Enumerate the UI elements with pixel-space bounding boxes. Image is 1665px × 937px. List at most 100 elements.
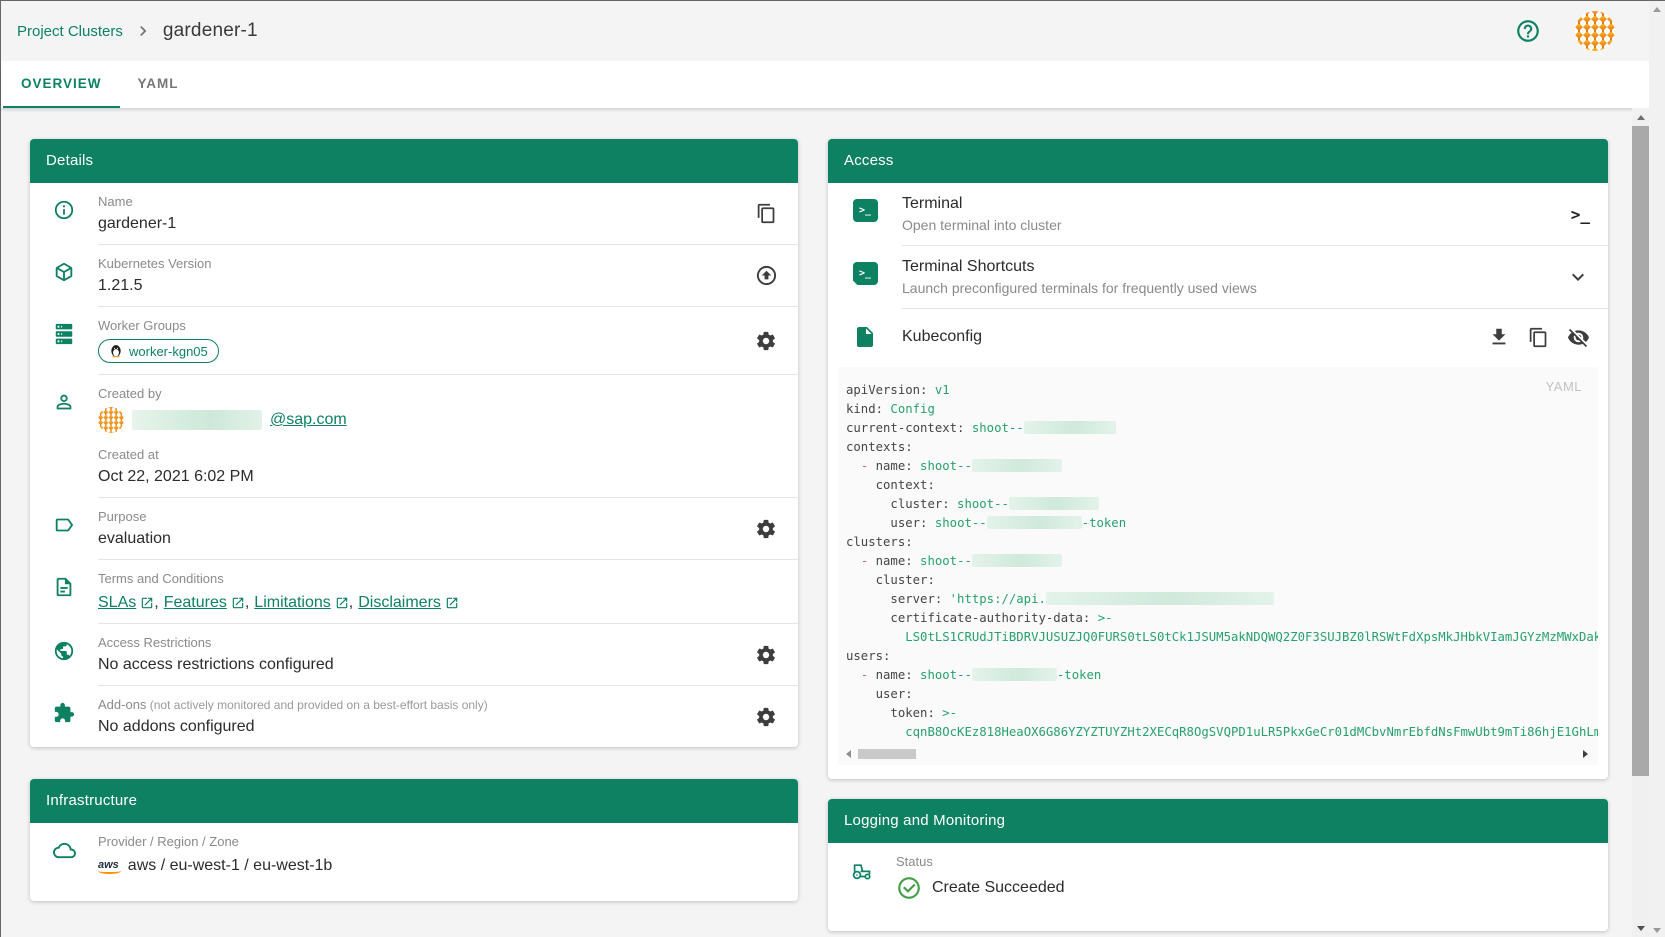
access-card: Access >_ Terminal Open terminal into cl…: [828, 139, 1608, 779]
terms-label: Terms and Conditions: [98, 571, 786, 586]
details-row-name: Name gardener-1: [30, 183, 798, 244]
access-card-title: Access: [828, 139, 1608, 183]
document-icon: [30, 571, 98, 612]
tab-yaml[interactable]: YAML: [120, 61, 197, 108]
terms-link-limitations[interactable]: Limitations: [254, 594, 348, 612]
worker-group-chip[interactable]: worker-kgn05: [98, 339, 219, 363]
created-by-label: Created by: [98, 386, 786, 401]
name-label: Name: [98, 194, 746, 209]
logging-row-status: Status Create Succeeded: [828, 843, 1608, 931]
purpose-label: Purpose: [98, 509, 746, 524]
terminal-shortcuts-row[interactable]: >_ Terminal Shortcuts Launch preconfigur…: [828, 246, 1608, 308]
user-avatar[interactable]: [1575, 11, 1615, 51]
logging-card-title: Logging and Monitoring: [828, 799, 1608, 843]
page-title: gardener-1: [163, 20, 258, 42]
created-at-label: Created at: [98, 447, 786, 462]
scroll-up-icon[interactable]: [1632, 109, 1649, 126]
worker-groups-label: Worker Groups: [98, 318, 746, 333]
provider-value: aws / eu-west-1 / eu-west-1b: [128, 857, 333, 875]
kubeconfig-row: Kubeconfig: [828, 309, 1608, 365]
terms-link-features[interactable]: Features: [164, 594, 245, 612]
breadcrumb-project-clusters[interactable]: Project Clusters: [17, 23, 123, 40]
details-row-addons: Add-ons (not actively monitored and prov…: [30, 686, 798, 747]
addons-value: No addons configured: [98, 718, 746, 736]
tab-bar: OVERVIEW YAML: [1, 61, 1649, 108]
scroll-left-icon[interactable]: [846, 750, 851, 758]
aws-logo: aws: [98, 859, 119, 874]
tab-overview[interactable]: OVERVIEW: [3, 61, 120, 108]
details-card: Details Name gardener-1: [30, 139, 798, 747]
kubeconfig-code: apiVersion: v1kind: Configcurrent-contex…: [846, 381, 1590, 742]
terminal-row[interactable]: >_ Terminal Open terminal into cluster >…: [828, 183, 1608, 245]
yaml-badge: YAML: [1546, 379, 1582, 394]
details-row-terms: Terms and Conditions SLAs, Features, Lim…: [30, 560, 798, 623]
separator: ,: [154, 594, 158, 612]
details-row-worker-groups: Worker Groups worke: [30, 307, 798, 374]
terminal-shortcuts-subtitle: Launch preconfigured terminals for frequ…: [902, 280, 1566, 296]
terms-link-slas[interactable]: SLAs: [98, 594, 154, 612]
cloud-icon: [30, 834, 98, 875]
tag-icon: [30, 509, 98, 548]
access-restrictions-value: No access restrictions configured: [98, 656, 746, 674]
copy-kubeconfig-icon[interactable]: [1528, 327, 1549, 348]
window-scroll-down-icon[interactable]: [1649, 922, 1665, 937]
addons-label: Add-ons: [98, 697, 146, 712]
terms-links: SLAs, Features, Limitations, Disclaimers: [98, 594, 786, 612]
main-content: Details Name gardener-1: [1, 108, 1649, 937]
scroll-right-icon[interactable]: [1583, 750, 1588, 758]
penguin-icon: [109, 344, 123, 358]
scroll-down-icon[interactable]: [1632, 920, 1649, 937]
worker-group-chip-label: worker-kgn05: [129, 344, 208, 359]
upgrade-version-button[interactable]: [755, 264, 778, 287]
info-icon: [30, 194, 98, 233]
download-icon[interactable]: [1488, 326, 1510, 348]
provider-label: Provider / Region / Zone: [98, 834, 786, 849]
file-icon: [853, 325, 877, 349]
breadcrumb-bar: Project Clusters gardener-1: [1, 1, 1649, 61]
kubeconfig-horizontal-scrollbar[interactable]: [846, 746, 1590, 761]
content-scroll-thumb[interactable]: [1632, 126, 1649, 776]
help-icon[interactable]: [1515, 18, 1541, 44]
copy-name-button[interactable]: [756, 203, 777, 224]
content-scrollbar[interactable]: [1632, 108, 1649, 937]
server-icon: [30, 318, 98, 363]
horizontal-scroll-thumb[interactable]: [858, 749, 916, 759]
addons-gear-button[interactable]: [755, 706, 777, 728]
terminal-prompt-icon[interactable]: >_: [1571, 205, 1590, 224]
terminal-subtitle: Open terminal into cluster: [902, 217, 1571, 233]
check-circle-icon: [896, 875, 922, 901]
worker-groups-gear-button[interactable]: [755, 330, 777, 352]
status-label: Status: [896, 854, 1596, 869]
k8s-version-label: Kubernetes Version: [98, 256, 746, 271]
separator: ,: [245, 594, 249, 612]
tractor-icon: [828, 854, 896, 901]
terminal-console-icon: >_: [853, 199, 878, 222]
creator-email-link[interactable]: @sap.com: [270, 411, 347, 429]
purpose-gear-button[interactable]: [755, 518, 777, 540]
redacted-username: [132, 410, 262, 430]
chevron-right-icon: [133, 21, 153, 41]
window-scrollbar[interactable]: [1649, 1, 1665, 937]
details-row-k8s-version: Kubernetes Version 1.21.5: [30, 245, 798, 306]
terminal-shortcuts-icon: >_: [853, 262, 878, 285]
window-scroll-up-icon[interactable]: [1649, 1, 1665, 17]
terms-link-disclaimers[interactable]: Disclaimers: [358, 594, 459, 612]
infrastructure-row-provider: Provider / Region / Zone aws aws / eu-we…: [30, 823, 798, 901]
chevron-down-icon[interactable]: [1566, 265, 1590, 289]
addons-note: (not actively monitored and provided on …: [146, 698, 487, 712]
logging-card: Logging and Monitoring Status: [828, 799, 1608, 931]
separator: ,: [349, 594, 353, 612]
status-value: Create Succeeded: [932, 879, 1065, 897]
terminal-shortcuts-title: Terminal Shortcuts: [902, 258, 1566, 276]
globe-icon: [30, 635, 98, 674]
access-restrictions-gear-button[interactable]: [755, 644, 777, 666]
details-card-title: Details: [30, 139, 798, 183]
terminal-title: Terminal: [902, 195, 1571, 213]
k8s-version-value: 1.21.5: [98, 277, 746, 295]
details-row-access-restrictions: Access Restrictions No access restrictio…: [30, 624, 798, 685]
cube-icon: [30, 256, 98, 295]
eye-off-icon[interactable]: [1567, 326, 1590, 349]
kubeconfig-code-block: YAML apiVersion: v1kind: Configcurrent-c…: [838, 367, 1598, 765]
kubeconfig-title: Kubeconfig: [902, 328, 1488, 346]
account-icon: [30, 386, 98, 486]
